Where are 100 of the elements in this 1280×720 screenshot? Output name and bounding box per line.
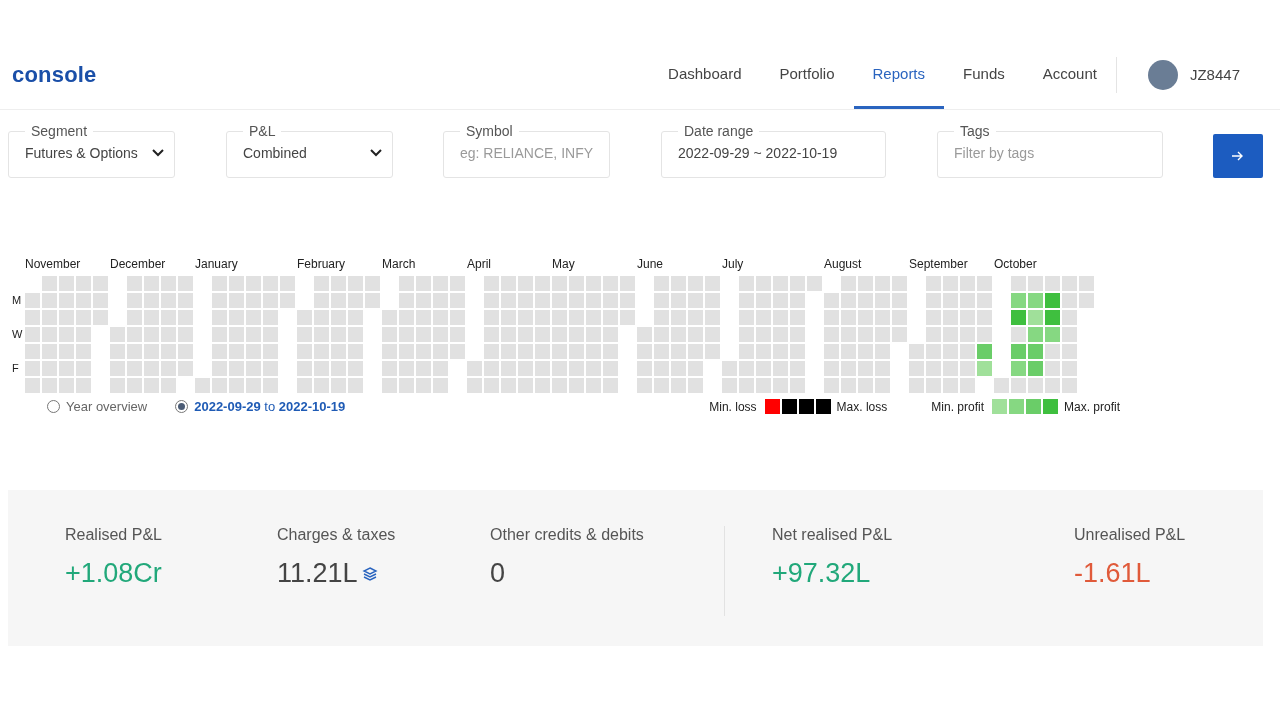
day-cell[interactable] (280, 276, 295, 291)
day-cell[interactable] (739, 378, 754, 393)
day-cell[interactable] (484, 276, 499, 291)
day-cell[interactable] (790, 327, 805, 342)
day-cell[interactable] (535, 293, 550, 308)
day-cell[interactable] (671, 310, 686, 325)
day-cell[interactable] (637, 344, 652, 359)
day-cell[interactable] (671, 327, 686, 342)
day-cell[interactable] (671, 361, 686, 376)
day-cell[interactable] (909, 344, 924, 359)
day-cell[interactable] (535, 378, 550, 393)
day-cell[interactable] (569, 293, 584, 308)
day-cell[interactable] (535, 327, 550, 342)
day-cell[interactable] (756, 361, 771, 376)
dropdown[interactable]: Segment Futures & Options (8, 123, 175, 178)
day-cell[interactable] (756, 293, 771, 308)
day-cell[interactable] (178, 361, 193, 376)
day-cell[interactable] (467, 361, 482, 376)
day-cell[interactable] (246, 378, 261, 393)
day-cell[interactable] (875, 310, 890, 325)
day-cell[interactable] (603, 276, 618, 291)
day-cell[interactable] (484, 310, 499, 325)
day-cell[interactable] (433, 327, 448, 342)
day-cell[interactable] (535, 344, 550, 359)
day-cell[interactable] (569, 276, 584, 291)
day-cell[interactable] (671, 378, 686, 393)
day-cell[interactable] (348, 378, 363, 393)
day-cell[interactable] (212, 344, 227, 359)
day-cell[interactable] (875, 327, 890, 342)
day-cell[interactable] (960, 361, 975, 376)
day-cell[interactable] (705, 344, 720, 359)
day-cell[interactable] (263, 378, 278, 393)
day-cell[interactable] (263, 310, 278, 325)
day-cell[interactable] (535, 276, 550, 291)
day-cell[interactable] (977, 310, 992, 325)
day-cell[interactable] (246, 310, 261, 325)
day-cell[interactable] (161, 293, 176, 308)
day-cell[interactable] (875, 276, 890, 291)
day-cell[interactable] (297, 361, 312, 376)
day-cell[interactable] (144, 293, 159, 308)
day-cell[interactable] (178, 310, 193, 325)
day-cell[interactable] (433, 361, 448, 376)
day-cell[interactable] (586, 361, 601, 376)
day-cell[interactable] (943, 293, 958, 308)
day-cell[interactable] (42, 293, 57, 308)
day-cell[interactable] (331, 344, 346, 359)
logo[interactable]: console (12, 61, 97, 88)
day-cell[interactable] (586, 310, 601, 325)
day-cell[interactable] (212, 378, 227, 393)
day-cell[interactable] (824, 361, 839, 376)
day-cell[interactable] (399, 293, 414, 308)
day-cell[interactable] (943, 344, 958, 359)
day-cell[interactable] (314, 361, 329, 376)
day-cell[interactable] (1011, 327, 1026, 342)
layers-icon[interactable] (361, 565, 378, 582)
day-cell[interactable] (739, 344, 754, 359)
day-cell[interactable] (263, 344, 278, 359)
day-cell[interactable] (314, 310, 329, 325)
day-cell[interactable] (246, 293, 261, 308)
day-cell[interactable] (688, 327, 703, 342)
day-cell[interactable] (756, 344, 771, 359)
day-cell[interactable] (518, 327, 533, 342)
day-cell[interactable] (977, 361, 992, 376)
day-cell[interactable] (637, 327, 652, 342)
day-cell[interactable] (246, 361, 261, 376)
day-cell[interactable] (518, 378, 533, 393)
day-cell[interactable] (161, 310, 176, 325)
day-cell[interactable] (603, 310, 618, 325)
day-cell[interactable] (399, 344, 414, 359)
day-cell[interactable] (246, 327, 261, 342)
day-cell[interactable] (586, 378, 601, 393)
day-cell[interactable] (688, 361, 703, 376)
day-cell[interactable] (144, 276, 159, 291)
input-field[interactable]: Date range 2022-09-29 ~ 2022-10-19 (661, 123, 886, 178)
day-cell[interactable] (518, 310, 533, 325)
day-cell[interactable] (824, 344, 839, 359)
day-cell[interactable] (637, 378, 652, 393)
day-cell[interactable] (484, 361, 499, 376)
day-cell[interactable] (926, 361, 941, 376)
day-cell[interactable] (739, 293, 754, 308)
day-cell[interactable] (161, 327, 176, 342)
day-cell[interactable] (841, 310, 856, 325)
day-cell[interactable] (314, 276, 329, 291)
day-cell[interactable] (654, 327, 669, 342)
day-cell[interactable] (688, 310, 703, 325)
day-cell[interactable] (25, 327, 40, 342)
day-cell[interactable] (93, 293, 108, 308)
day-cell[interactable] (518, 361, 533, 376)
day-cell[interactable] (892, 293, 907, 308)
day-cell[interactable] (59, 378, 74, 393)
day-cell[interactable] (892, 310, 907, 325)
day-cell[interactable] (263, 327, 278, 342)
day-cell[interactable] (127, 378, 142, 393)
day-cell[interactable] (450, 344, 465, 359)
day-cell[interactable] (382, 378, 397, 393)
day-cell[interactable] (841, 327, 856, 342)
day-cell[interactable] (1011, 361, 1026, 376)
day-cell[interactable] (977, 344, 992, 359)
day-cell[interactable] (603, 378, 618, 393)
day-cell[interactable] (127, 361, 142, 376)
